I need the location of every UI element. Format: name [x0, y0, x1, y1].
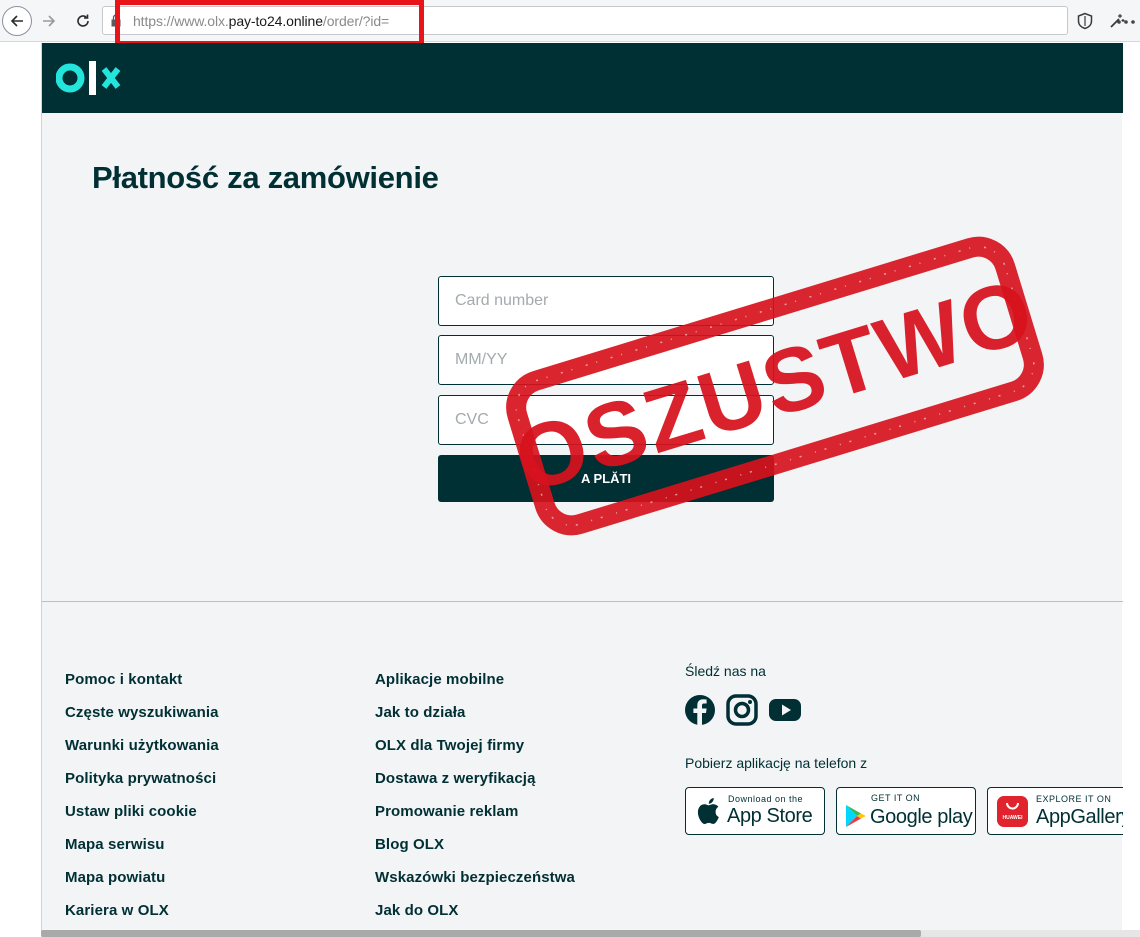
footer-column-apps: Aplikacje mobilne Jak to działa OLX dla …: [375, 671, 575, 935]
page-content: Płatność za zamówienie A PLĂTI Pomoc i k…: [41, 43, 1123, 931]
cvc-input[interactable]: [439, 396, 773, 444]
footer-link[interactable]: Częste wyszukiwania: [65, 704, 219, 737]
footer-link[interactable]: Aplikacje mobilne: [375, 671, 575, 704]
app-gallery-big-text: AppGallery: [1036, 806, 1123, 828]
footer-link[interactable]: Wskazówki bezpieczeństwa: [375, 869, 575, 902]
footer-link[interactable]: Mapa serwisu: [65, 836, 219, 869]
app-store-small-text: Download on the: [728, 794, 804, 804]
apps-label: Pobierz aplikację na telefon z: [685, 755, 868, 771]
footer-link[interactable]: Warunki użytkowania: [65, 737, 219, 770]
google-play-small-text: GET IT ON: [871, 793, 921, 803]
pay-button[interactable]: A PLĂTI: [438, 455, 774, 502]
card-number-field[interactable]: [438, 276, 774, 326]
footer-link[interactable]: Dostawa z weryfikacją: [375, 770, 575, 803]
footer-divider: [42, 601, 1123, 602]
footer-link[interactable]: Polityka prywatności: [65, 770, 219, 803]
footer-link[interactable]: OLX dla Twojej firmy: [375, 737, 575, 770]
cvc-field[interactable]: [438, 395, 774, 445]
app-store-badge[interactable]: Download on the App Store: [685, 787, 825, 835]
forward-button[interactable]: [34, 6, 64, 36]
forward-icon: [43, 15, 56, 27]
back-icon: [10, 15, 23, 27]
page-title: Płatność za zamówienie: [92, 160, 439, 195]
wand-icon[interactable]: [1108, 12, 1126, 30]
scrollbar-thumb[interactable]: [41, 930, 921, 937]
olx-logo[interactable]: [56, 57, 128, 99]
footer-column-help: Pomoc i kontakt Częste wyszukiwania Waru…: [65, 671, 219, 935]
url-highlight-box: [115, 0, 424, 46]
app-gallery-small-text: EXPLORE IT ON: [1036, 794, 1112, 804]
footer-link[interactable]: Ustaw pliki cookie: [65, 803, 219, 836]
footer-link[interactable]: Blog OLX: [375, 836, 575, 869]
site-header: [42, 43, 1123, 113]
app-gallery-badge[interactable]: HUAWEI EXPLORE IT ON AppGallery: [987, 787, 1123, 835]
reload-icon: [77, 14, 89, 27]
expiry-input[interactable]: [439, 336, 773, 384]
card-number-input[interactable]: [439, 277, 773, 325]
app-store-big-text: App Store: [727, 805, 813, 827]
follow-label: Śledź nas na: [685, 663, 766, 679]
youtube-icon[interactable]: [768, 693, 802, 727]
expiry-field[interactable]: [438, 335, 774, 385]
google-play-big-text: Google play: [870, 806, 973, 828]
instagram-icon[interactable]: [725, 693, 759, 727]
facebook-icon[interactable]: [683, 693, 717, 727]
browser-toolbar: https://www.olx.pay-to24.online/order/?i…: [0, 0, 1140, 46]
footer-link[interactable]: Mapa powiatu: [65, 869, 219, 902]
shield-icon[interactable]: [1076, 12, 1094, 30]
huawei-icon: HUAWEI: [997, 796, 1028, 827]
footer-link[interactable]: Jak to działa: [375, 704, 575, 737]
web-page: Płatność za zamówienie A PLĂTI Pomoc i k…: [0, 43, 1140, 937]
back-button[interactable]: [2, 6, 32, 36]
google-play-icon: [846, 805, 866, 827]
footer-link[interactable]: Promowanie reklam: [375, 803, 575, 836]
apple-icon: [697, 798, 719, 824]
reload-button[interactable]: [68, 6, 98, 36]
google-play-badge[interactable]: GET IT ON Google play: [836, 787, 976, 835]
footer-link[interactable]: Pomoc i kontakt: [65, 671, 219, 704]
